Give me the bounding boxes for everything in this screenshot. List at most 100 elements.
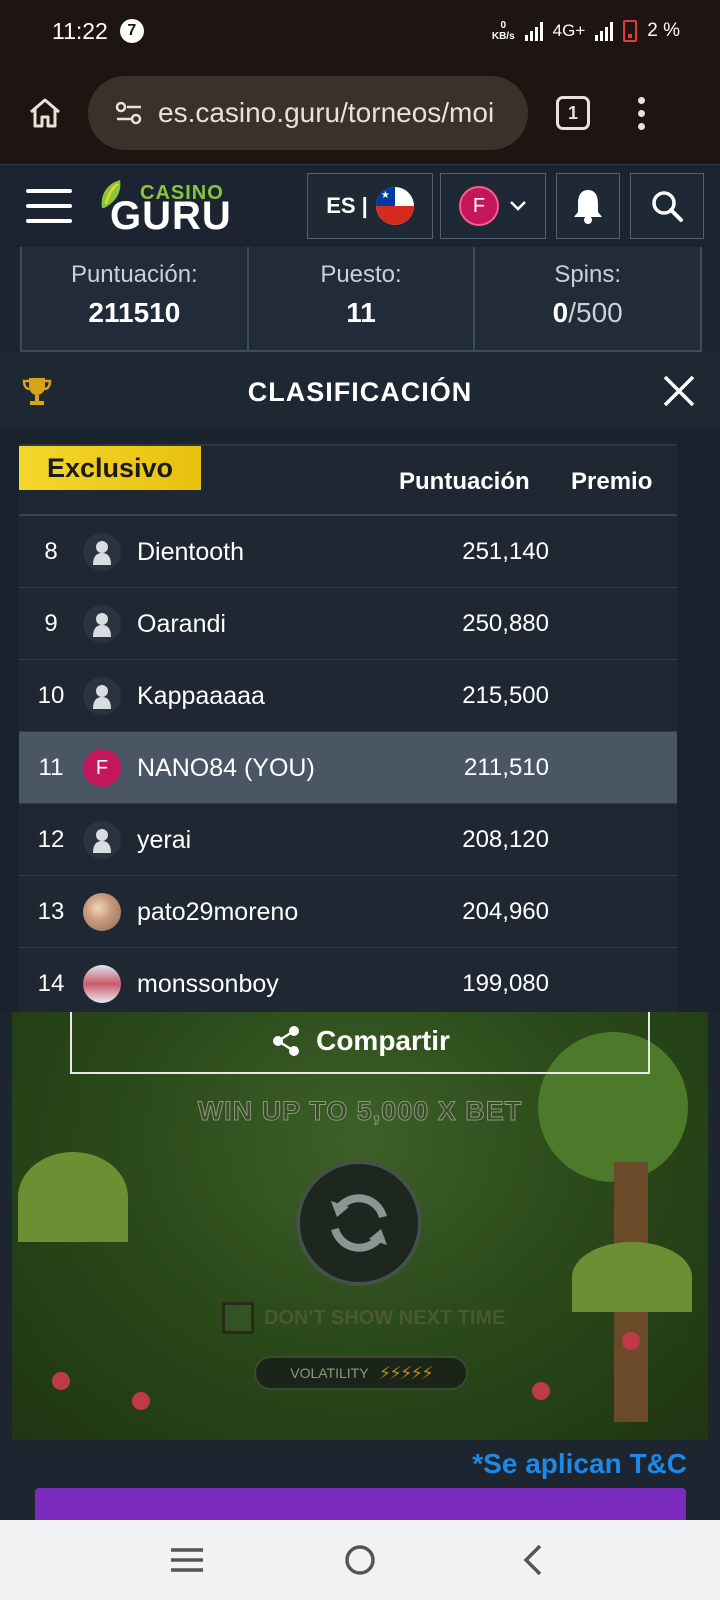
search-icon — [652, 191, 683, 222]
flower-graphic — [622, 1332, 640, 1350]
home-icon — [30, 98, 60, 128]
game-preview[interactable]: Compartir WIN UP TO 5,000 X BET DON'T SH… — [12, 1012, 708, 1440]
leaderboard-row[interactable]: 9 Oarandi 250,880 — [19, 588, 677, 660]
chile-flag-icon: ★ — [375, 187, 414, 225]
row-rank: 10 — [37, 682, 65, 709]
row-player-name: Kappaaaaa — [137, 682, 265, 710]
leaderboard-column-header: Exclusivo Puntuación Premio — [19, 444, 677, 516]
home-button[interactable] — [22, 90, 68, 136]
back-chevron-icon — [523, 1544, 542, 1576]
bell-icon — [574, 190, 602, 224]
volatility-indicator: VOLATILITY ⚡⚡⚡⚡⚡ — [254, 1356, 468, 1390]
language-code: ES | — [326, 193, 368, 218]
data-rate: 0 KB/s — [491, 20, 515, 42]
system-navigation-bar — [0, 1520, 720, 1600]
spin-button[interactable] — [296, 1160, 422, 1286]
row-player-name: pato29moreno — [137, 898, 299, 926]
home-circle-icon — [345, 1545, 375, 1575]
row-rank: 12 — [37, 826, 65, 853]
browser-toolbar: es.casino.guru/torneos/moi 1 — [0, 62, 720, 164]
back-button[interactable] — [509, 1536, 557, 1584]
column-score: Puntuación — [399, 468, 530, 495]
row-rank: 11 — [38, 754, 64, 781]
leaderboard-title: CLASIFICACIÓN — [247, 376, 473, 407]
row-player-name: Oarandi — [137, 610, 226, 638]
leaderboard-header: CLASIFICACIÓN — [0, 356, 720, 428]
dont-show-checkbox[interactable]: DON'T SHOW NEXT TIME — [222, 1302, 505, 1334]
chevron-down-icon — [510, 201, 526, 211]
row-rank: 14 — [37, 970, 65, 997]
row-rank: 13 — [37, 898, 65, 925]
share-icon — [273, 1026, 300, 1056]
user-avatar: F — [83, 749, 121, 787]
user-menu-button[interactable]: F — [440, 173, 546, 239]
home-nav-button[interactable] — [336, 1536, 384, 1584]
leaderboard-row-current-user[interactable]: 11 F NANO84 (YOU) 211,510 — [19, 732, 677, 804]
leaderboard-row[interactable]: 12 yerai 208,120 — [19, 804, 677, 876]
leaderboard-row[interactable]: 8 Dientooth 251,140 — [19, 516, 677, 588]
photo-avatar — [83, 893, 121, 931]
site-header: CASINO GURU ES | ★ F — [0, 164, 720, 246]
close-icon[interactable] — [660, 372, 698, 410]
bush-graphic — [572, 1242, 692, 1312]
flower-graphic — [532, 1382, 550, 1400]
leaderboard-row[interactable]: 14 monssonboy 199,080 — [19, 948, 677, 1012]
refresh-icon — [331, 1194, 387, 1252]
flower-graphic — [132, 1392, 150, 1410]
row-score: 208,120 — [462, 826, 549, 853]
row-rank: 8 — [44, 538, 58, 565]
more-options-icon[interactable] — [638, 96, 645, 130]
status-indicators: 0 KB/s 4G+ 2 % — [492, 20, 680, 42]
photo-avatar — [83, 965, 121, 1003]
tournament-stats: Puntuación: 211510 Puesto: 11 Spins: 0/5… — [20, 247, 702, 352]
row-player-name: NANO84 (YOU) — [137, 754, 315, 782]
stat-position: Puesto: 11 — [249, 247, 476, 350]
leaderboard-table: Exclusivo Puntuación Premio 8 Dientooth 25… — [19, 444, 677, 1012]
status-bar: 11:22 7 0 KB/s 4G+ 2 % — [0, 0, 720, 62]
row-score: 251,140 — [462, 538, 549, 565]
signal-icon — [524, 21, 543, 41]
menu-icon[interactable] — [26, 188, 72, 223]
language-selector[interactable]: ES | ★ — [307, 173, 433, 239]
signal-icon-2 — [595, 21, 614, 41]
row-player-name: yerai — [137, 826, 192, 854]
leaderboard-row[interactable]: 10 Kappaaaaa 215,500 — [19, 660, 677, 732]
address-bar[interactable]: es.casino.guru/torneos/moi — [88, 76, 528, 150]
stat-spins: Spins: 0/500 — [552, 261, 623, 328]
lightning-icon: ⚡⚡⚡⚡⚡ — [378, 1362, 434, 1383]
casino-guru-logo[interactable]: CASINO GURU — [98, 174, 231, 238]
default-avatar-icon — [83, 677, 121, 715]
row-rank: 9 — [44, 610, 58, 637]
default-avatar-icon — [83, 821, 121, 859]
default-avatar-icon — [83, 533, 121, 571]
user-avatar: F — [459, 186, 499, 226]
notification-count-badge: 7 — [119, 19, 144, 43]
stat-score: Puntuación: 211510 — [22, 247, 249, 350]
default-avatar-icon — [83, 605, 121, 643]
row-player-name: monssonboy — [137, 970, 279, 998]
trophy-icon — [22, 378, 52, 405]
row-score: 250,880 — [462, 610, 549, 637]
checkbox-icon — [222, 1302, 254, 1334]
recent-apps-button[interactable] — [163, 1536, 211, 1584]
leaderboard-panel[interactable]: Exclusivo Puntuación Premio 8 Dientooth 25… — [0, 428, 720, 1012]
search-button[interactable] — [630, 173, 704, 239]
win-up-headline: WIN UP TO 5,000 X BET — [197, 1096, 523, 1127]
row-score: 199,080 — [462, 970, 549, 997]
network-type: 4G+ — [552, 21, 586, 40]
share-button[interactable]: Compartir — [70, 1012, 650, 1074]
recents-icon — [170, 1548, 203, 1572]
status-time: 11:22 — [52, 17, 108, 44]
site-settings-icon[interactable] — [114, 100, 144, 126]
bush-graphic — [18, 1152, 128, 1242]
leaderboard-row[interactable]: 13 pato29moreno 204,960 — [19, 876, 677, 948]
battery-level: 2 % — [647, 20, 680, 41]
terms-link[interactable]: *Se aplican T&C — [472, 1448, 687, 1480]
row-score: 204,960 — [462, 898, 549, 925]
tab-switcher-button[interactable]: 1 — [556, 96, 590, 130]
flower-graphic — [52, 1372, 70, 1390]
notifications-button[interactable] — [556, 173, 620, 239]
battery-icon — [623, 20, 638, 42]
exclusive-badge: Exclusivo — [19, 446, 201, 490]
row-score: 215,500 — [462, 682, 549, 709]
